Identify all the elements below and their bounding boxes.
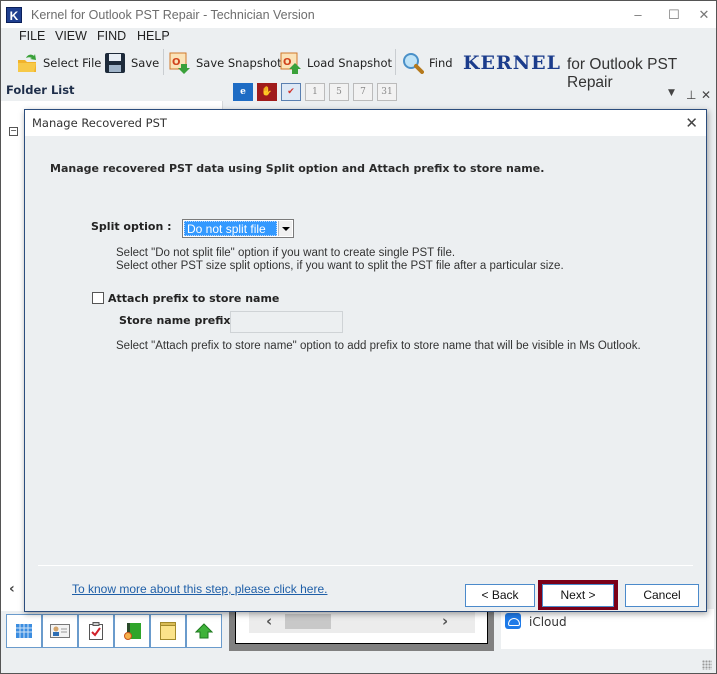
save-snapshot-icon: O: [169, 52, 191, 74]
ie-icon[interactable]: e: [233, 83, 253, 101]
menu-find[interactable]: FIND: [97, 29, 126, 43]
scroll-left-arrow[interactable]: ‹: [9, 581, 15, 597]
scroll-right-icon[interactable]: ›: [442, 612, 448, 630]
app-window: K Kernel for Outlook PST Repair - Techni…: [0, 0, 717, 674]
notes-icon: [160, 622, 176, 640]
day-7-icon[interactable]: 7: [353, 83, 373, 101]
svg-text:O: O: [283, 57, 292, 68]
preview-pane: ‹ ›: [229, 609, 494, 651]
main-toolbar: Select File Save O Save Snapshot O Load …: [1, 46, 716, 91]
menu-view[interactable]: VIEW: [55, 29, 87, 43]
manage-recovered-pst-dialog: Manage Recovered PST ✕ Manage recovered …: [24, 109, 707, 612]
back-button[interactable]: < Back: [465, 584, 535, 607]
pane-close-icon[interactable]: ✕: [701, 88, 711, 102]
menu-bar: FILE VIEW FIND HELP: [1, 28, 716, 46]
calendar-icon: [16, 624, 32, 638]
contacts-tab[interactable]: [42, 614, 78, 648]
attach-prefix-label[interactable]: Attach prefix to store name: [108, 292, 279, 305]
select-file-button[interactable]: Select File: [16, 49, 101, 77]
minimize-button[interactable]: –: [627, 5, 649, 25]
dialog-heading: Manage recovered PST data using Split op…: [50, 162, 545, 175]
split-option-label: Split option :: [91, 220, 172, 233]
up-arrow-icon: [195, 623, 213, 639]
folder-list-header: Folder List: [6, 83, 75, 97]
more-tabs-button[interactable]: [186, 614, 222, 648]
status-bar: [1, 651, 716, 673]
close-button[interactable]: ✕: [693, 5, 715, 25]
stop-hand-icon[interactable]: ✋: [257, 83, 277, 101]
split-hint-2: Select other PST size split options, if …: [116, 260, 564, 272]
collapse-tree-icon[interactable]: −: [9, 127, 18, 136]
journal-tab[interactable]: [114, 614, 150, 648]
toolbar-separator: [163, 49, 164, 75]
icloud-item[interactable]: iCloud: [529, 615, 567, 629]
navigation-tabs: [6, 614, 222, 648]
select-file-label: Select File: [43, 56, 102, 70]
floppy-disk-icon: [104, 52, 126, 74]
brand-logo: KERNEL for Outlook PST Repair: [463, 52, 716, 92]
maximize-button[interactable]: ☐: [663, 5, 685, 25]
resize-grip[interactable]: [702, 660, 712, 670]
find-button[interactable]: Find: [402, 49, 453, 77]
view-toolbar: e ✋ ✔ 1 5 7 31: [233, 81, 411, 103]
prefix-hint: Select "Attach prefix to store name" opt…: [116, 340, 641, 352]
title-bar: K Kernel for Outlook PST Repair - Techni…: [1, 1, 716, 28]
load-snapshot-icon: O: [280, 52, 302, 74]
dialog-title-bar: Manage Recovered PST ✕: [25, 110, 706, 136]
day-31-icon[interactable]: 31: [377, 83, 397, 101]
store-prefix-input[interactable]: [230, 311, 343, 333]
save-snapshot-button[interactable]: O Save Snapshot: [169, 49, 282, 77]
calendar-check-icon[interactable]: ✔: [281, 83, 301, 101]
horizontal-scrollbar[interactable]: ‹ ›: [249, 611, 475, 633]
source-list-pane: iCloud: [501, 609, 714, 649]
pin-icon[interactable]: ⊥: [686, 88, 696, 102]
save-label: Save: [131, 56, 160, 70]
open-folder-icon: [16, 52, 38, 74]
day-5-icon[interactable]: 5: [329, 83, 349, 101]
journal-icon: [124, 623, 141, 640]
split-option-select[interactable]: Do not split file: [182, 219, 294, 238]
split-hint-1: Select "Do not split file" option if you…: [116, 247, 456, 259]
pane-dropdown-icon[interactable]: ▼: [668, 88, 675, 98]
notes-tab[interactable]: [150, 614, 186, 648]
brand-product: for Outlook PST Repair: [567, 56, 677, 91]
find-label: Find: [429, 56, 453, 70]
magnifier-icon: [402, 52, 424, 74]
dialog-close-icon[interactable]: ✕: [685, 114, 698, 132]
help-link[interactable]: To know more about this step, please cli…: [72, 582, 327, 596]
menu-file[interactable]: FILE: [19, 29, 45, 43]
save-button[interactable]: Save: [104, 49, 159, 77]
brand-name: KERNEL: [463, 52, 561, 74]
tasks-tab[interactable]: [78, 614, 114, 648]
toolbar-separator: [395, 49, 396, 75]
attach-prefix-checkbox[interactable]: [92, 292, 104, 304]
dialog-divider: [38, 565, 693, 566]
day-1-icon[interactable]: 1: [305, 83, 325, 101]
dialog-title: Manage Recovered PST: [32, 116, 167, 130]
icloud-icon: [505, 613, 521, 629]
save-snapshot-label: Save Snapshot: [196, 56, 282, 70]
scroll-left-icon[interactable]: ‹: [266, 612, 272, 630]
cancel-button[interactable]: Cancel: [625, 584, 699, 607]
menu-help[interactable]: HELP: [137, 29, 170, 43]
chevron-down-icon[interactable]: [278, 221, 292, 236]
load-snapshot-button[interactable]: O Load Snapshot: [280, 49, 392, 77]
scrollbar-thumb[interactable]: [285, 614, 331, 629]
window-title: Kernel for Outlook PST Repair - Technici…: [31, 8, 315, 22]
split-option-value: Do not split file: [184, 221, 277, 236]
tasks-icon: [89, 622, 103, 640]
next-button[interactable]: Next >: [542, 584, 614, 607]
store-prefix-label: Store name prefix :: [119, 314, 239, 327]
kernel-app-icon: K: [6, 7, 22, 23]
load-snapshot-label: Load Snapshot: [307, 56, 393, 70]
calendar-tab[interactable]: [6, 614, 42, 648]
svg-text:O: O: [172, 57, 181, 68]
contact-card-icon: [50, 624, 70, 638]
